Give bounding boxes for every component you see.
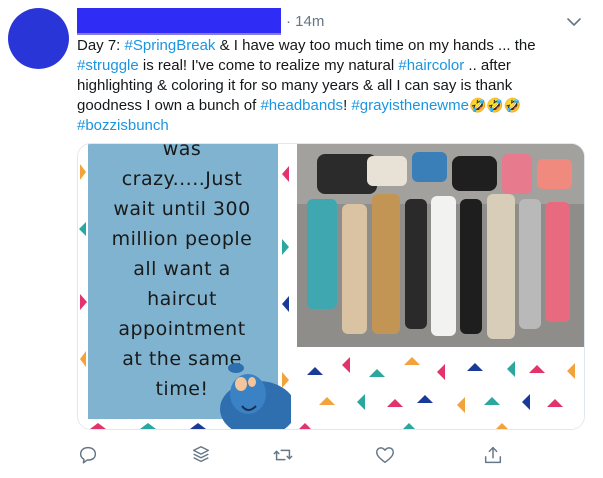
chevron-down-icon[interactable] [566, 14, 582, 30]
sign-text-line: all want a [133, 258, 231, 280]
headbands-photo [297, 144, 584, 347]
sign-text-line: appointment [118, 318, 246, 340]
hashtag-link[interactable]: #headbands [260, 97, 343, 114]
timestamp[interactable]: · 14m [286, 12, 324, 32]
tweet-media[interactable]: was crazy.....Just wait until 300 million p… [77, 143, 585, 430]
tweet-card[interactable]: · 14m Day 7: #SpringBreak & I have way t… [0, 0, 603, 478]
sign-text-line: crazy.....Just [121, 168, 243, 190]
sign-text-line: million people [111, 228, 253, 250]
hashtag-link[interactable]: #bozzisbunch [77, 117, 169, 134]
confetti-pattern [299, 357, 575, 429]
redacted-user-name[interactable] [77, 8, 281, 35]
heart-icon[interactable] [374, 444, 396, 466]
sign-text-line: wait until 300 [113, 198, 251, 220]
media-image-headbands[interactable] [297, 144, 584, 429]
tweet-text-segment: & I have way too much time on my hands .… [215, 37, 536, 54]
cartoon-character-image [220, 363, 291, 429]
share-icon[interactable] [482, 444, 504, 466]
tweet-text-segment: Day 7: [77, 37, 125, 54]
sign-text-line: was [162, 144, 202, 160]
reply-icon[interactable] [77, 444, 99, 466]
emoji: 🤣🤣🤣 [468, 98, 522, 114]
sign-text-line: haircut [147, 288, 217, 310]
retweet-icon[interactable] [272, 444, 294, 466]
tweet-actions [77, 444, 507, 468]
media-image-sign[interactable]: was crazy.....Just wait until 300 million p… [78, 144, 291, 429]
tweet-text: Day 7: #SpringBreak & I have way too muc… [77, 36, 577, 136]
hashtag-link[interactable]: #grayisthenewme [351, 97, 469, 114]
hashtag-link[interactable]: #SpringBreak [125, 37, 216, 54]
hashtag-link[interactable]: #haircolor [398, 57, 464, 74]
tweet-text-segment: is real! I've come to realize my natural [138, 57, 399, 74]
avatar[interactable] [8, 8, 69, 69]
hashtag-link[interactable]: #struggle [77, 57, 139, 74]
layers-icon[interactable] [190, 444, 212, 466]
